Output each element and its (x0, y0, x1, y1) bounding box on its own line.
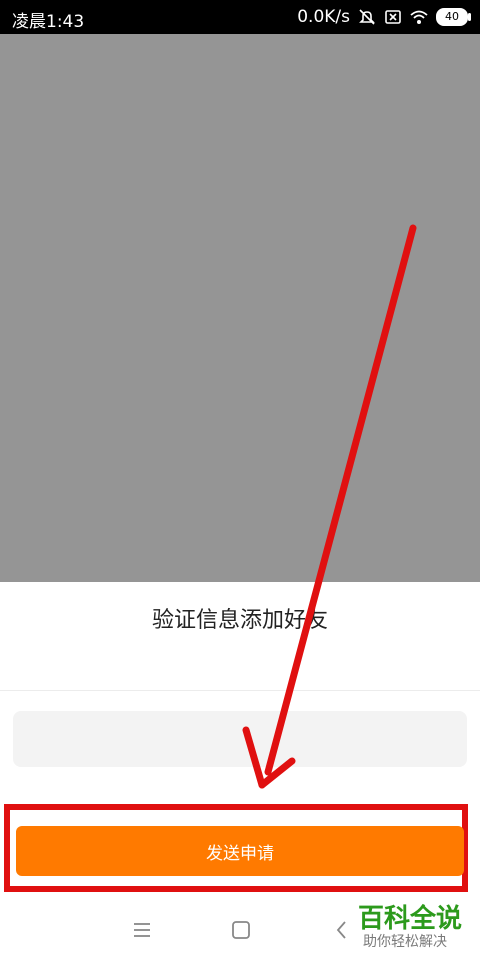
watermark-title: 百科全说 (358, 904, 463, 934)
status-icons: 0.0K/s 40 (297, 7, 471, 27)
home-icon[interactable] (229, 918, 253, 942)
verification-message-input[interactable] (13, 711, 467, 767)
watermark-logo: 百科全说 助你轻松解决 (350, 892, 480, 960)
sim-icon (385, 10, 401, 24)
send-request-button[interactable]: 发送申请 (16, 826, 464, 876)
divider (0, 690, 480, 691)
dimmed-overlay[interactable] (0, 34, 480, 582)
dialog-title: 验证信息添加好友 (151, 608, 328, 633)
wifi-icon (410, 10, 428, 24)
battery-icon: 40 (436, 8, 471, 26)
status-bar: 凌晨1:43 0.0K/s 40 (0, 0, 480, 34)
watermark-subtitle: 助你轻松解决 (363, 934, 447, 950)
network-speed: 0.0K/s (297, 7, 350, 27)
mute-icon (359, 9, 375, 25)
status-time: 凌晨1:43 (12, 12, 85, 32)
menu-icon[interactable] (130, 918, 154, 942)
